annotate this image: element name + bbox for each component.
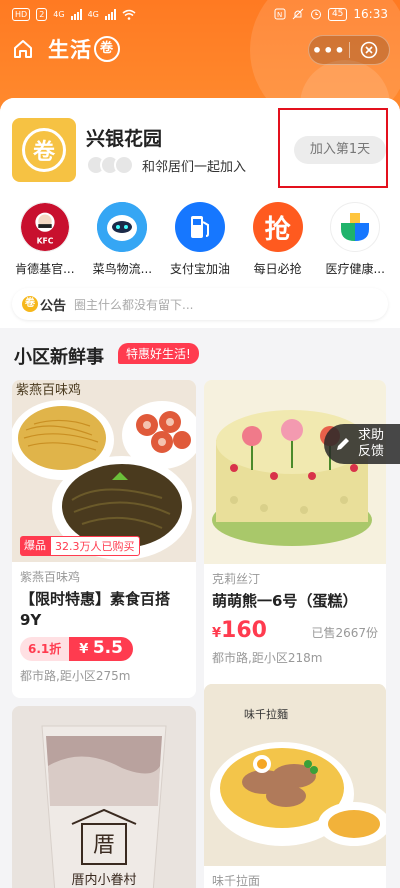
announcement-bar[interactable]: 卷 公告 圈主什么都没有留下...	[12, 288, 388, 320]
currency-symbol: ¥	[212, 626, 222, 641]
battery-indicator: 45	[327, 7, 348, 21]
shortcut-row: KFC 肯德基官... 菜鸟物流... 支付宝加油 抢 每日必抢 医疗健康...	[0, 202, 400, 282]
more-options-button[interactable]: •••	[309, 41, 349, 60]
shortcut-label: 菜鸟物流...	[92, 262, 153, 276]
svg-text:KFC: KFC	[36, 236, 53, 245]
community-logo[interactable]: 卷	[12, 118, 76, 182]
price-pill: 6.1折 ¥ 5.5	[20, 637, 133, 661]
product-location: 都市路,距小区275m	[20, 669, 131, 683]
product-card[interactable]: 紫燕百味鸡 爆品 32.3万人已购买 紫燕百味鸡 【限时特惠】素食百搭9Y 6.…	[12, 380, 196, 698]
medical-icon	[330, 202, 381, 252]
brand-text: 生活	[48, 38, 92, 62]
signal-icon	[104, 8, 116, 20]
shortcut-label: 每日必抢	[253, 262, 302, 276]
nfc-icon: N	[274, 8, 286, 20]
shortcut-kfc[interactable]: KFC 肯德基官...	[6, 202, 84, 282]
shortcut-fuel[interactable]: 支付宝加油	[161, 202, 239, 282]
svg-text:厝: 厝	[93, 833, 115, 858]
hd-badge: HD	[12, 7, 31, 21]
product-price: ¥160	[212, 618, 267, 643]
product-image: 味千拉麵	[204, 684, 386, 866]
capsule-menu: •••	[308, 35, 390, 65]
product-brand: 味千拉面	[212, 874, 261, 888]
shortcut-grab[interactable]: 抢 每日必抢	[239, 202, 317, 282]
shortcut-label: 支付宝加油	[169, 262, 230, 276]
signal-icon	[70, 8, 82, 20]
shop-sign: 厝内小眷村	[71, 872, 136, 888]
shortcut-medical[interactable]: 医疗健康...	[316, 202, 394, 282]
svg-text:N: N	[277, 11, 282, 19]
home-icon[interactable]	[12, 38, 34, 60]
currency-symbol: ¥	[79, 642, 89, 657]
product-title: 萌萌熊一6号（蛋糕）	[212, 592, 358, 610]
edit-pencil-icon	[337, 438, 349, 450]
brand-logo: 生活 卷	[48, 34, 120, 64]
fuel-pump-icon	[174, 202, 225, 252]
product-card[interactable]: 味千拉麵 味千拉面	[204, 684, 386, 888]
kfc-icon: KFC	[19, 202, 70, 252]
price-row: ¥160 已售2667份	[212, 618, 378, 643]
product-brand: 克莉丝汀	[212, 572, 261, 586]
section-title: 小区新鲜事	[14, 347, 104, 368]
highlight-box	[278, 108, 388, 188]
avatar	[114, 155, 134, 175]
announcement-tag-label: 公告	[40, 298, 67, 314]
help-feedback-button[interactable]: 求助反馈	[324, 424, 400, 464]
close-button[interactable]	[349, 41, 389, 59]
hot-badge: 爆品 32.3万人已购买	[20, 536, 140, 556]
clock: 16:33	[353, 7, 388, 21]
product-image: 厝 厝内小眷村	[12, 706, 196, 888]
alarm-icon	[310, 9, 321, 20]
announcement-tag: 卷 公告	[22, 295, 66, 314]
sim-badge: 2	[36, 7, 48, 21]
shortcut-cainiao[interactable]: 菜鸟物流...	[84, 202, 162, 282]
close-icon	[360, 41, 378, 59]
product-image	[204, 380, 386, 564]
main-content: 卷 兴银花园 和邻居们一起加入 加入第1天 KFC 肯德基官... 菜鸟物流..…	[0, 98, 400, 888]
cainiao-robot-icon	[97, 202, 148, 252]
sold-count: 已售2667份	[311, 626, 378, 640]
product-location: 都市路,距小区218m	[212, 651, 323, 665]
price-value: 160	[221, 618, 267, 643]
community-name[interactable]: 兴银花园	[86, 124, 162, 151]
product-title: 【限时特惠】素食百搭9Y	[20, 590, 171, 629]
brand-seal: 卷	[94, 36, 120, 62]
shortcut-label: 医疗健康...	[325, 262, 385, 276]
neighbors-row[interactable]: 和邻居们一起加入	[86, 155, 246, 175]
product-card[interactable]: 厝 厝内小眷村	[12, 706, 196, 888]
hot-count: 32.3万人已购买	[50, 536, 140, 556]
mute-icon	[292, 8, 304, 20]
product-image-caption: 紫燕百味鸡	[16, 382, 81, 398]
discount-label: 6.1折	[20, 637, 70, 661]
status-bar: HD 2 4G 4G N 45 16:33	[0, 0, 400, 28]
grab-icon: 抢	[252, 202, 303, 252]
network-label: 4G	[53, 9, 65, 19]
product-price: ¥ 5.5	[69, 637, 133, 661]
product-image-caption: 味千拉麵	[244, 707, 288, 721]
shortcut-label: 肯德基官...	[15, 262, 75, 276]
announcement-seal: 卷	[22, 296, 38, 312]
hot-tag: 爆品	[20, 536, 50, 556]
product-image: 紫燕百味鸡 爆品 32.3万人已购买	[12, 380, 196, 562]
mini-program-nav: 生活 卷 •••	[0, 32, 400, 68]
neighbors-text: 和邻居们一起加入	[142, 159, 247, 175]
announcement-text: 圈主什么都没有留下...	[74, 297, 194, 312]
feedback-label: 求助反馈	[358, 428, 385, 459]
product-brand: 紫燕百味鸡	[20, 570, 81, 584]
community-seal: 卷	[22, 128, 66, 172]
network-label: 4G	[87, 9, 99, 19]
section-badge: 特惠好生活!	[118, 343, 199, 364]
wifi-icon	[122, 9, 136, 20]
price-value: 5.5	[92, 638, 123, 658]
